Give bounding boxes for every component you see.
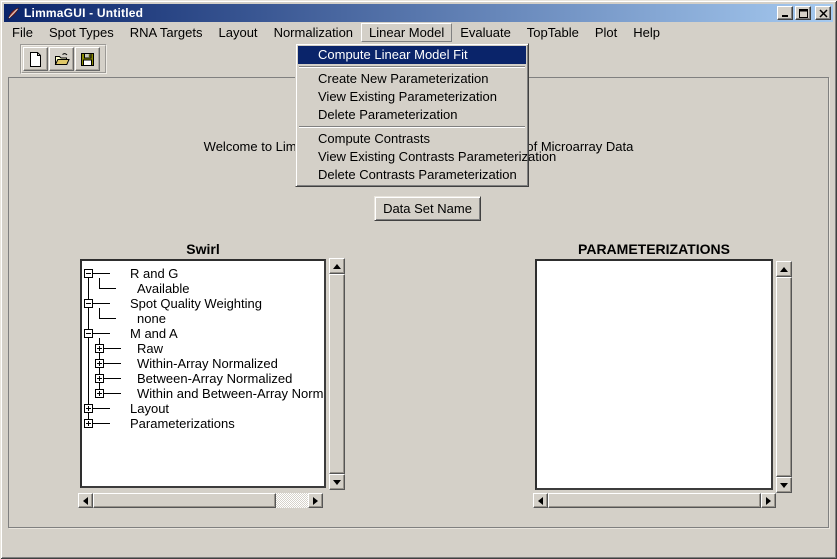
new-file-icon (27, 51, 44, 68)
tree-item-spot-quality-weighting[interactable]: Spot Quality Weighting (130, 296, 262, 311)
tree-expand-icon[interactable] (84, 419, 93, 428)
new-button[interactable] (23, 47, 48, 71)
tree-expand-icon[interactable] (95, 374, 104, 383)
maximize-icon (799, 9, 808, 18)
scrollbar-thumb[interactable] (548, 493, 761, 508)
scroll-up-icon[interactable] (329, 258, 345, 274)
menu-item-compute-linear-model-fit[interactable]: Compute Linear Model Fit (298, 46, 526, 64)
scrollbar-track[interactable] (93, 493, 308, 508)
tree-item-layout[interactable]: Layout (130, 401, 169, 416)
scroll-right-icon[interactable] (761, 493, 776, 508)
swirl-vertical-scrollbar[interactable] (329, 258, 345, 490)
data-set-name-button[interactable]: Data Set Name (374, 196, 481, 221)
tree-connector-line (93, 303, 110, 304)
tree-connector-line (104, 348, 121, 349)
menubar-item-linear-model[interactable]: Linear Model (361, 23, 452, 42)
scrollbar-thumb[interactable] (93, 493, 276, 508)
tree-connector-line (99, 318, 116, 319)
parameterizations-horizontal-scrollbar[interactable] (533, 493, 776, 508)
menu-item-view-existing-contrasts-parameterization[interactable]: View Existing Contrasts Parameterization (298, 148, 526, 166)
close-icon (819, 9, 828, 18)
scroll-up-icon[interactable] (776, 261, 792, 277)
menubar-item-rna-targets[interactable]: RNA Targets (122, 23, 211, 42)
menubar-item-layout[interactable]: Layout (211, 23, 266, 42)
save-disk-icon (79, 51, 96, 68)
tree-item-between-array-normalized[interactable]: Between-Array Normalized (137, 371, 292, 386)
menu-item-delete-parameterization[interactable]: Delete Parameterization (298, 106, 526, 124)
menubar-item-help[interactable]: Help (625, 23, 668, 42)
tree-connector-line (93, 273, 110, 274)
scrollbar-thumb[interactable] (776, 277, 792, 477)
tk-feather-icon (7, 6, 21, 20)
menubar-item-file[interactable]: File (4, 23, 41, 42)
tree-collapse-icon[interactable] (84, 299, 93, 308)
window-title: LimmaGUI - Untitled (24, 4, 777, 22)
menubar-item-toptable[interactable]: TopTable (519, 23, 587, 42)
parameterizations-panel-title: PARAMETERIZATIONS (578, 241, 730, 257)
menubar-item-plot[interactable]: Plot (587, 23, 625, 42)
tree-item-r-and-g[interactable]: R and G (130, 266, 178, 281)
tree-item-within-array-normalized[interactable]: Within-Array Normalized (137, 356, 278, 371)
menu-item-view-existing-parameterization[interactable]: View Existing Parameterization (298, 88, 526, 106)
minimize-button[interactable] (777, 6, 793, 20)
menu-item-delete-contrasts-parameterization[interactable]: Delete Contrasts Parameterization (298, 166, 526, 184)
tree-item-parameterizations[interactable]: Parameterizations (130, 416, 235, 431)
tree-connector-line (93, 408, 110, 409)
tree-item-m-and-a[interactable]: M and A (130, 326, 178, 341)
toolbar (20, 44, 107, 74)
tree-collapse-icon[interactable] (84, 329, 93, 338)
minimize-icon (781, 9, 790, 18)
swirl-horizontal-scrollbar[interactable] (78, 493, 323, 508)
parameterizations-vertical-scrollbar[interactable] (776, 261, 792, 493)
scrollbar-track[interactable] (548, 493, 761, 508)
menubar-item-evaluate[interactable]: Evaluate (452, 23, 519, 42)
open-folder-icon (53, 51, 70, 68)
tree-expand-icon[interactable] (95, 344, 104, 353)
tree-connector-line (99, 278, 100, 288)
tree-connector-line (104, 378, 121, 379)
menubar-item-normalization[interactable]: Normalization (266, 23, 361, 42)
scroll-left-icon[interactable] (78, 493, 93, 508)
menu-item-create-new-parameterization[interactable]: Create New Parameterization (298, 70, 526, 88)
tree-item-available[interactable]: Available (137, 281, 190, 296)
scroll-right-icon[interactable] (308, 493, 323, 508)
menubar-item-spot-types[interactable]: Spot Types (41, 23, 122, 42)
tree-connector-line (99, 288, 116, 289)
tree-expand-icon[interactable] (84, 404, 93, 413)
maximize-button[interactable] (795, 6, 811, 20)
app-window: LimmaGUI - Untitled FileSpot TypesRNA Ta… (0, 0, 837, 559)
tree-collapse-icon[interactable] (84, 269, 93, 278)
scroll-down-icon[interactable] (776, 477, 792, 493)
scrollbar-thumb[interactable] (329, 274, 345, 474)
tree-item-none[interactable]: none (137, 311, 166, 326)
swirl-panel-title: Swirl (186, 241, 219, 257)
scroll-down-icon[interactable] (329, 474, 345, 490)
tree-connector-line (99, 308, 100, 318)
tree-expand-icon[interactable] (95, 389, 104, 398)
tree-connector-line (104, 363, 121, 364)
swirl-tree: R and GAvailableSpot Quality Weightingno… (82, 261, 324, 487)
menubar: FileSpot TypesRNA TargetsLayoutNormaliza… (4, 23, 833, 41)
menu-separator (299, 126, 525, 128)
titlebar[interactable]: LimmaGUI - Untitled (4, 4, 833, 22)
tree-connector-line (93, 423, 110, 424)
menu-item-compute-contrasts[interactable]: Compute Contrasts (298, 130, 526, 148)
menu-separator (299, 66, 525, 68)
parameterizations-listbox[interactable] (535, 259, 773, 490)
tree-item-raw[interactable]: Raw (137, 341, 163, 356)
tree-connector-line (93, 333, 110, 334)
linear-model-menu: Compute Linear Model Fit Create New Param… (295, 43, 529, 187)
open-button[interactable] (49, 47, 74, 71)
save-button[interactable] (75, 47, 100, 71)
scroll-left-icon[interactable] (533, 493, 548, 508)
tree-item-within-and-between-array-normalized[interactable]: Within and Between-Array Normalized (137, 386, 324, 401)
tree-expand-icon[interactable] (95, 359, 104, 368)
tree-connector-line (104, 393, 121, 394)
close-button[interactable] (815, 6, 831, 20)
